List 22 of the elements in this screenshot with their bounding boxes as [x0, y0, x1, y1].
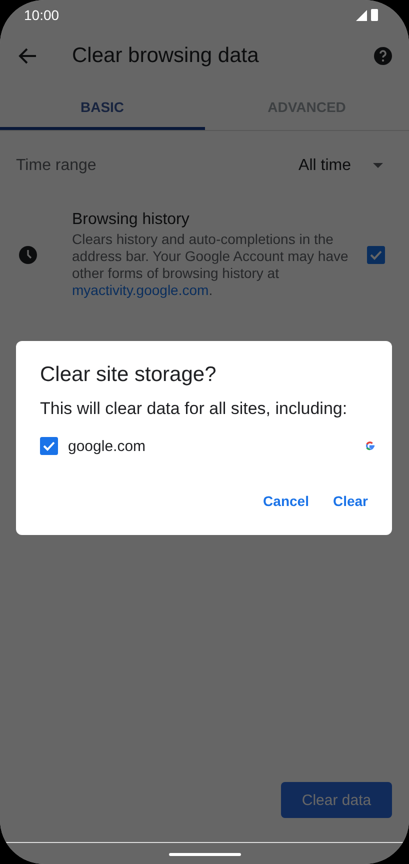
dialog-button[interactable]: Cancel — [255, 485, 317, 517]
site-favicon-icon — [364, 440, 376, 452]
tab[interactable]: BASIC — [0, 86, 204, 130]
item-title: Browsing history — [72, 211, 190, 229]
dialog-message: This will clear data for all sites, including: — [40, 399, 348, 419]
status-time: 10:00 — [24, 7, 60, 23]
checkbox[interactable] — [367, 246, 385, 264]
site-label: google.com — [68, 438, 147, 454]
page-title: Clear browsing data — [72, 44, 260, 68]
clear-data-button[interactable]: Clear data — [281, 782, 392, 818]
item-description: Clears history and auto-completions in the address bar. Your Google Account may have other forms of browsing history at myactivity.google.com. — [72, 231, 350, 299]
back-arrow-icon[interactable] — [18, 46, 38, 66]
checkbox[interactable] — [40, 437, 58, 455]
dialog-title: Clear site storage? — [40, 363, 218, 387]
signal-battery-icon — [355, 8, 381, 22]
time-range-dropdown[interactable]: All time — [292, 156, 389, 176]
activity-link[interactable]: myactivity.google.com — [72, 282, 209, 298]
help-icon[interactable] — [373, 46, 393, 66]
clock-icon — [18, 245, 38, 265]
dialog-button[interactable]: Clear — [324, 485, 376, 517]
time-range-label: Time range — [16, 157, 96, 175]
caret-icon — [373, 163, 383, 169]
